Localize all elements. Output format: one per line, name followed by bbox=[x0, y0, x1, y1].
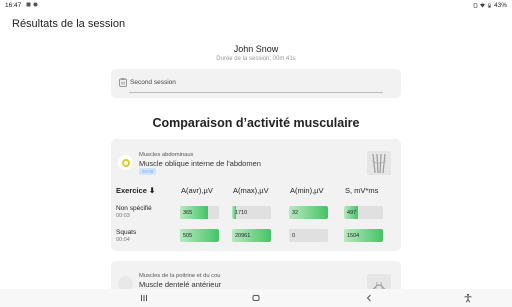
muscle-name: Muscle oblique interne de l'abdomen bbox=[139, 159, 261, 168]
session-name: Second session bbox=[130, 79, 176, 86]
column-header-s: S, mV*ms bbox=[345, 186, 379, 195]
accessibility-icon[interactable] bbox=[463, 293, 473, 303]
bar-max: 1710 bbox=[232, 206, 271, 219]
column-header-exercise[interactable]: Exercice ⬇ bbox=[116, 186, 155, 195]
column-header-avr: A(avr),µV bbox=[181, 186, 213, 195]
muscle-marker bbox=[118, 155, 133, 170]
recents-icon[interactable] bbox=[139, 293, 149, 303]
bar-avr: 505 bbox=[180, 229, 219, 242]
back-icon[interactable] bbox=[364, 293, 374, 303]
muscle-name: Muscle dentelé antérieur bbox=[139, 280, 222, 289]
bar-value: 505 bbox=[183, 232, 193, 239]
row-exercise-name: Squats bbox=[116, 229, 137, 236]
bar-s: 1504 bbox=[344, 229, 383, 242]
note-icon bbox=[119, 78, 127, 87]
home-icon[interactable] bbox=[251, 293, 261, 303]
muscle-tag: 03:00 bbox=[139, 168, 157, 175]
battery-icon bbox=[488, 2, 491, 8]
bar-value: 365 bbox=[183, 209, 193, 216]
bar-value: 0 bbox=[292, 232, 296, 239]
notification-icons bbox=[26, 2, 38, 7]
row-exercise-name: Non spécifié bbox=[116, 205, 152, 212]
user-name: John Snow bbox=[233, 44, 279, 54]
status-right: 43% bbox=[473, 2, 507, 9]
bar-min: 0 bbox=[289, 229, 328, 242]
bar-value: 497 bbox=[347, 209, 357, 216]
status-bar: 16:47 43% bbox=[0, 0, 512, 10]
session-name-underline bbox=[129, 92, 383, 93]
wifi-icon bbox=[479, 3, 485, 7]
section-title: Comparaison d’activité musculaire bbox=[152, 116, 360, 130]
bar-avr: 365 bbox=[180, 206, 219, 219]
row-exercise-duration: 00:04 bbox=[116, 237, 130, 243]
bar-value: 32 bbox=[292, 209, 299, 216]
bar-value: 20961 bbox=[235, 232, 251, 239]
muscle-thumbnail[interactable] bbox=[367, 151, 391, 175]
session-duration: Durée de la session: 00m 41s bbox=[216, 56, 296, 62]
session-card[interactable]: Second session bbox=[111, 69, 401, 98]
muscle-group: Muscles de la poitrine et du cou bbox=[139, 273, 221, 279]
row-exercise-duration: 00:03 bbox=[116, 213, 130, 219]
battery-percent: 43% bbox=[493, 1, 507, 9]
column-header-max: A(max),µV bbox=[233, 186, 269, 195]
muscle-group: Muscles abdominaux bbox=[139, 152, 194, 158]
notification-icon bbox=[26, 2, 31, 6]
silent-icon bbox=[473, 2, 478, 8]
bar-s: 497 bbox=[344, 206, 383, 219]
page-title: Résultats de la session bbox=[12, 18, 126, 30]
column-header-min: A(min),µV bbox=[290, 186, 324, 195]
clock: 16:47 bbox=[5, 1, 22, 9]
navigation-bar bbox=[0, 289, 512, 307]
bar-value: 1710 bbox=[235, 209, 248, 216]
bar-value: 1504 bbox=[347, 232, 360, 239]
marker-dot bbox=[121, 158, 130, 167]
bar-min: 32 bbox=[289, 206, 328, 219]
bar-max: 20961 bbox=[232, 229, 271, 242]
notification-icon-2 bbox=[33, 2, 38, 6]
